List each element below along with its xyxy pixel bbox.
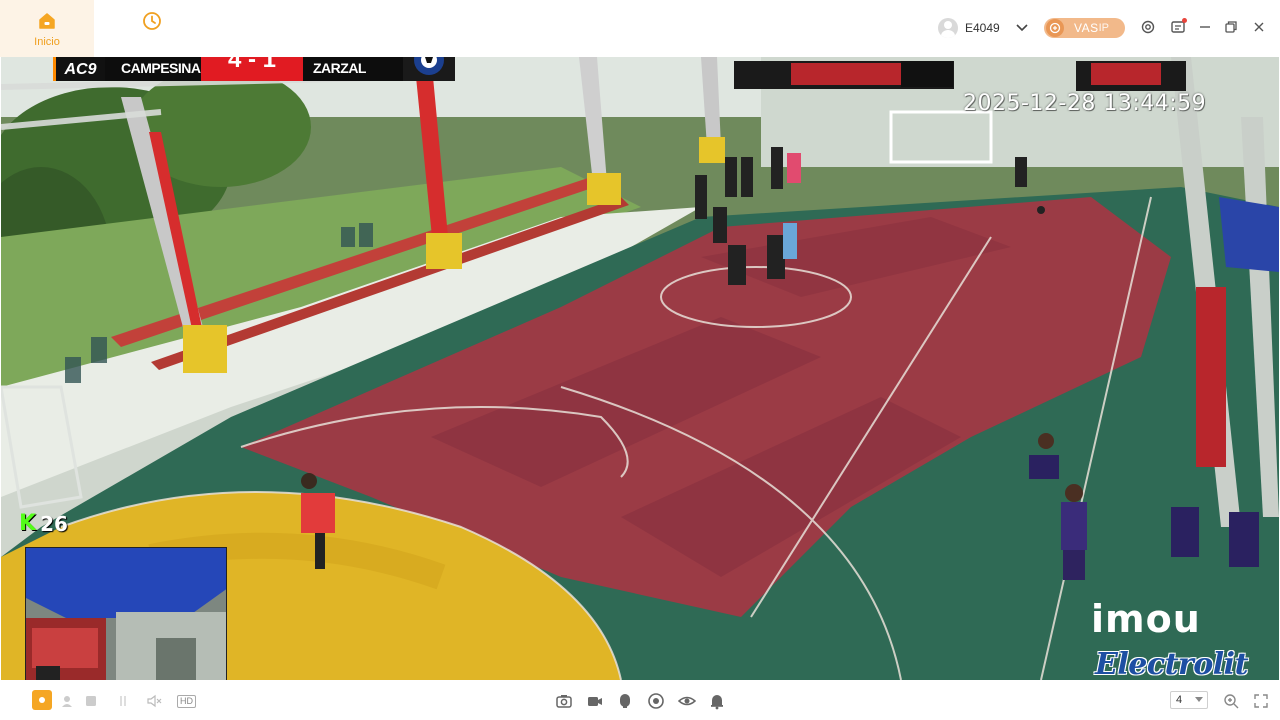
title-bar: Inicio E4049 VAS IP <box>0 0 1280 57</box>
ptz-icon[interactable] <box>647 692 665 710</box>
live-video-feed[interactable]: AC9 P CAMPESINA 4 - 1 LA PAVA ZARZAL 202… <box>1 57 1279 680</box>
split-icon[interactable] <box>114 692 132 710</box>
mute-icon[interactable] <box>145 692 163 710</box>
electrolit-watermark: Electrolit <box>1095 647 1248 680</box>
fullscreen-icon[interactable] <box>1252 692 1270 710</box>
home-icon <box>36 10 58 32</box>
maximize-icon[interactable] <box>1223 19 1239 35</box>
away-team-crest-icon <box>403 57 455 81</box>
chevron-down-icon[interactable] <box>1014 19 1030 35</box>
tab-home[interactable]: Inicio <box>0 0 94 57</box>
timestamp-overlay: 2025-12-28 13:44:59 <box>963 91 1207 116</box>
zoom-in-icon[interactable] <box>1222 692 1240 710</box>
user-account[interactable]: E4049 <box>938 17 1000 39</box>
home-team-name: P CAMPESINA <box>105 57 201 81</box>
vas-coin-icon <box>1046 19 1064 37</box>
clock-icon <box>141 10 163 32</box>
user-id: E4049 <box>965 21 1000 35</box>
minimize-icon[interactable] <box>1197 19 1213 35</box>
camera-icon[interactable] <box>555 692 573 710</box>
vas-label: VAS <box>1074 21 1099 35</box>
imou-watermark: imou <box>1091 597 1201 641</box>
layout-select-value: 4 <box>1176 694 1183 706</box>
avatar <box>938 18 958 38</box>
viewer-counter: K 26 <box>19 511 68 536</box>
pip-scene <box>26 548 226 680</box>
vas-sub-label: IP <box>1098 22 1110 34</box>
picture-in-picture[interactable] <box>25 547 227 680</box>
quality-toggle[interactable]: HD <box>177 695 196 708</box>
vas-button[interactable]: VAS IP <box>1044 18 1125 38</box>
tab-history[interactable] <box>105 0 199 57</box>
away-team-name: LA PAVA ZARZAL <box>303 57 403 81</box>
close-icon[interactable] <box>1251 19 1267 35</box>
layout-select[interactable]: 4 <box>1170 691 1208 709</box>
notification-dot <box>1182 18 1187 23</box>
match-score: 4 - 1 <box>201 57 303 81</box>
alarm-bell-icon[interactable] <box>708 692 726 710</box>
scoreboard: AC9 P CAMPESINA 4 - 1 LA PAVA ZARZAL <box>53 57 455 81</box>
storage-icon[interactable] <box>82 692 100 710</box>
settings-icon[interactable] <box>1140 19 1156 35</box>
chevron-down-icon <box>1195 697 1203 702</box>
viewer-count: 26 <box>40 511 68 536</box>
app-window: Inicio E4049 VAS IP AC9 CAMPESINA 4 - 1 … <box>0 0 1280 720</box>
talk-icon[interactable] <box>616 692 634 710</box>
play-mode-icon[interactable] <box>32 690 52 710</box>
user-icon[interactable] <box>58 692 76 710</box>
video-record-icon[interactable] <box>586 692 604 710</box>
tab-home-label: Inicio <box>34 36 60 48</box>
eye-icon[interactable] <box>678 692 696 710</box>
broadcaster-logo: AC9 <box>53 57 105 81</box>
kick-icon: K <box>19 511 37 536</box>
playback-toolbar: HD 4 <box>0 680 1280 720</box>
